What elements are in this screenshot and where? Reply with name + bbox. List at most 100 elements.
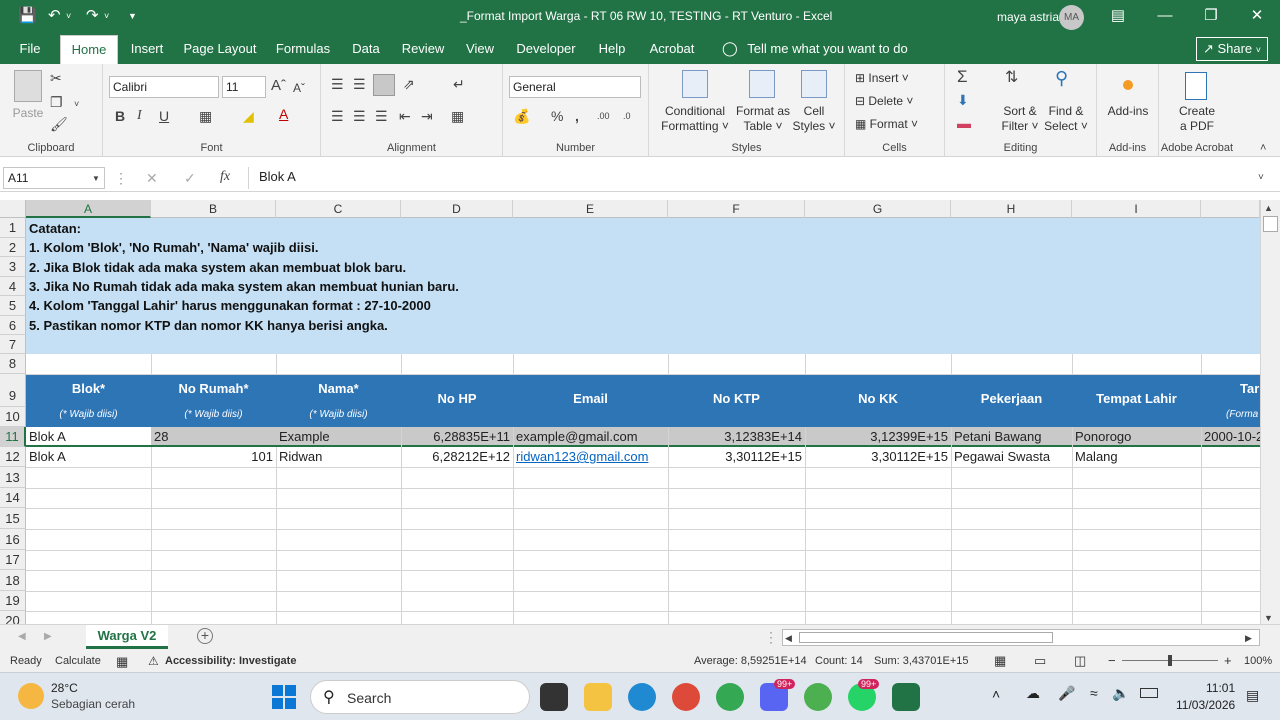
header-tempat-lahir[interactable]: Tempat Lahir: [1072, 391, 1201, 406]
onedrive-icon[interactable]: ☁: [1026, 685, 1040, 702]
microphone-icon[interactable]: 🎤: [1058, 685, 1075, 702]
excel-icon[interactable]: [892, 683, 920, 711]
clock-date[interactable]: 11/03/2026: [1176, 698, 1235, 712]
enter-icon[interactable]: ✓: [184, 170, 196, 186]
tab-review[interactable]: Review: [398, 33, 448, 64]
restore-icon[interactable]: ❐: [1196, 5, 1226, 27]
align-bottom-icon[interactable]: [373, 74, 395, 96]
clock-time[interactable]: 11:01: [1206, 681, 1235, 695]
cell-c11[interactable]: Example: [277, 427, 400, 447]
split-handle-icon[interactable]: ⋮: [764, 629, 778, 645]
col-header-i[interactable]: I: [1072, 200, 1201, 218]
copy-dropdown-icon[interactable]: ˅: [74, 96, 79, 112]
borders-icon[interactable]: ▦: [199, 108, 212, 124]
vertical-scrollbar[interactable]: ▲ ▼: [1260, 200, 1280, 624]
cell-d11[interactable]: 6,28835E+11: [402, 427, 512, 447]
cell-styles-icon[interactable]: [801, 70, 827, 98]
normal-view-icon[interactable]: ▦: [994, 653, 1006, 669]
align-top-icon[interactable]: ☰: [331, 76, 344, 92]
col-header-a[interactable]: A: [26, 200, 151, 218]
underline-icon[interactable]: U: [159, 108, 169, 124]
save-icon[interactable]: 💾: [18, 7, 37, 25]
align-right-icon[interactable]: ☰: [375, 108, 388, 124]
row-header-18[interactable]: 18: [0, 570, 26, 591]
copy-icon[interactable]: ❐: [50, 94, 63, 110]
tell-me-search[interactable]: ◯ Tell me what you want to do: [722, 33, 908, 64]
status-calculate[interactable]: Calculate: [55, 655, 101, 667]
share-button[interactable]: ↗ Share ˅: [1196, 37, 1268, 61]
cell-f11[interactable]: 3,12383E+14: [669, 427, 804, 447]
cell-g12[interactable]: 3,30112E+15: [806, 447, 950, 467]
delete-cells-button[interactable]: ⊟ Delete ˅: [855, 94, 913, 109]
avatar[interactable]: MA: [1059, 5, 1084, 30]
paste-button[interactable]: Paste: [6, 106, 50, 121]
header-pekerjaan[interactable]: Pekerjaan: [951, 391, 1072, 406]
row-header-15[interactable]: 15: [0, 508, 26, 529]
increase-font-icon[interactable]: Aˆ: [271, 78, 286, 94]
row-header-20[interactable]: 20: [0, 611, 26, 624]
addins-icon[interactable]: [1123, 80, 1133, 90]
row-header-5[interactable]: 5: [0, 296, 26, 316]
tab-file[interactable]: File: [10, 33, 50, 64]
percent-icon[interactable]: %: [551, 108, 563, 124]
insert-cells-button[interactable]: ⊞ Insert ˅: [855, 71, 909, 86]
col-header-e[interactable]: E: [513, 200, 668, 218]
font-size-select[interactable]: 11: [222, 76, 266, 98]
tab-developer[interactable]: Developer: [512, 33, 580, 64]
row-header-4[interactable]: 4: [0, 277, 26, 296]
comma-style-icon[interactable]: ,: [575, 108, 579, 124]
format-painter-icon[interactable]: 🖌: [50, 116, 68, 132]
sort-filter-icon[interactable]: ⇅: [1005, 70, 1018, 86]
weather-desc[interactable]: Sebagian cerah: [51, 697, 135, 711]
new-sheet-icon[interactable]: +: [197, 628, 213, 644]
cell-e11[interactable]: example@gmail.com: [514, 427, 667, 447]
zoom-level[interactable]: 100%: [1244, 655, 1272, 667]
decrease-decimal-icon[interactable]: .0: [623, 108, 631, 124]
row-header-14[interactable]: 14: [0, 488, 26, 508]
redo-icon[interactable]: ↷: [86, 7, 99, 25]
format-as-table-button[interactable]: Format as Table ˅: [733, 104, 793, 134]
cell-c12[interactable]: Ridwan: [277, 447, 400, 467]
header-nama[interactable]: Nama*: [276, 381, 401, 396]
header-no-hp[interactable]: No HP: [401, 391, 513, 406]
edge-icon[interactable]: [628, 683, 656, 711]
tab-acrobat[interactable]: Acrobat: [644, 33, 700, 64]
formula-input[interactable]: Blok A: [248, 167, 1276, 189]
expand-formula-icon[interactable]: ˅: [1258, 170, 1264, 186]
row-header-12[interactable]: 12: [0, 447, 26, 467]
worksheet-grid[interactable]: A B C D E F G H I 1 2 3 4 5 6 7 8 9 10 1…: [0, 200, 1260, 624]
font-color-icon[interactable]: A: [279, 106, 288, 122]
cell-styles-button[interactable]: Cell Styles ˅: [789, 104, 839, 134]
tab-formulas[interactable]: Formulas: [272, 33, 334, 64]
minimize-icon[interactable]: —: [1150, 5, 1180, 27]
cell-e12-link[interactable]: ridwan123@gmail.com: [514, 447, 667, 467]
cell-i11[interactable]: Ponorogo: [1073, 427, 1200, 447]
row-header-13[interactable]: 13: [0, 467, 26, 488]
cell-i12[interactable]: Malang: [1073, 447, 1200, 467]
align-middle-icon[interactable]: ☰: [353, 76, 366, 92]
find-select-button[interactable]: Find & Select ˅: [1041, 104, 1091, 134]
align-left-icon[interactable]: ☰: [331, 108, 344, 124]
col-header-g[interactable]: G: [805, 200, 951, 218]
row-header-7[interactable]: 7: [0, 335, 26, 354]
select-all-corner[interactable]: [0, 200, 26, 218]
redo-dropdown-icon[interactable]: ˅: [104, 7, 109, 25]
chrome-profile-icon[interactable]: [672, 683, 700, 711]
horizontal-scrollbar[interactable]: ◀ ▶: [782, 629, 1260, 646]
battery-icon[interactable]: [1140, 688, 1158, 698]
horizontal-scroll-thumb[interactable]: [799, 632, 1053, 643]
file-explorer-icon[interactable]: [584, 683, 612, 711]
cell-h12[interactable]: Pegawai Swasta: [952, 447, 1071, 467]
wifi-icon[interactable]: ≈: [1090, 685, 1098, 701]
find-icon[interactable]: ⚲: [1055, 69, 1068, 87]
zoom-out-icon[interactable]: −: [1108, 653, 1116, 668]
weather-temp[interactable]: 28°C: [51, 681, 78, 695]
tab-home[interactable]: Home: [60, 35, 118, 64]
header-no-rumah[interactable]: No Rumah*: [151, 381, 276, 396]
row-header-17[interactable]: 17: [0, 550, 26, 570]
cancel-icon[interactable]: ✕: [146, 170, 158, 186]
merge-center-icon[interactable]: ▦: [451, 108, 464, 124]
increase-indent-icon[interactable]: ⇥: [421, 108, 433, 124]
chrome-icon[interactable]: [716, 683, 744, 711]
zoom-in-icon[interactable]: +: [1224, 653, 1232, 668]
